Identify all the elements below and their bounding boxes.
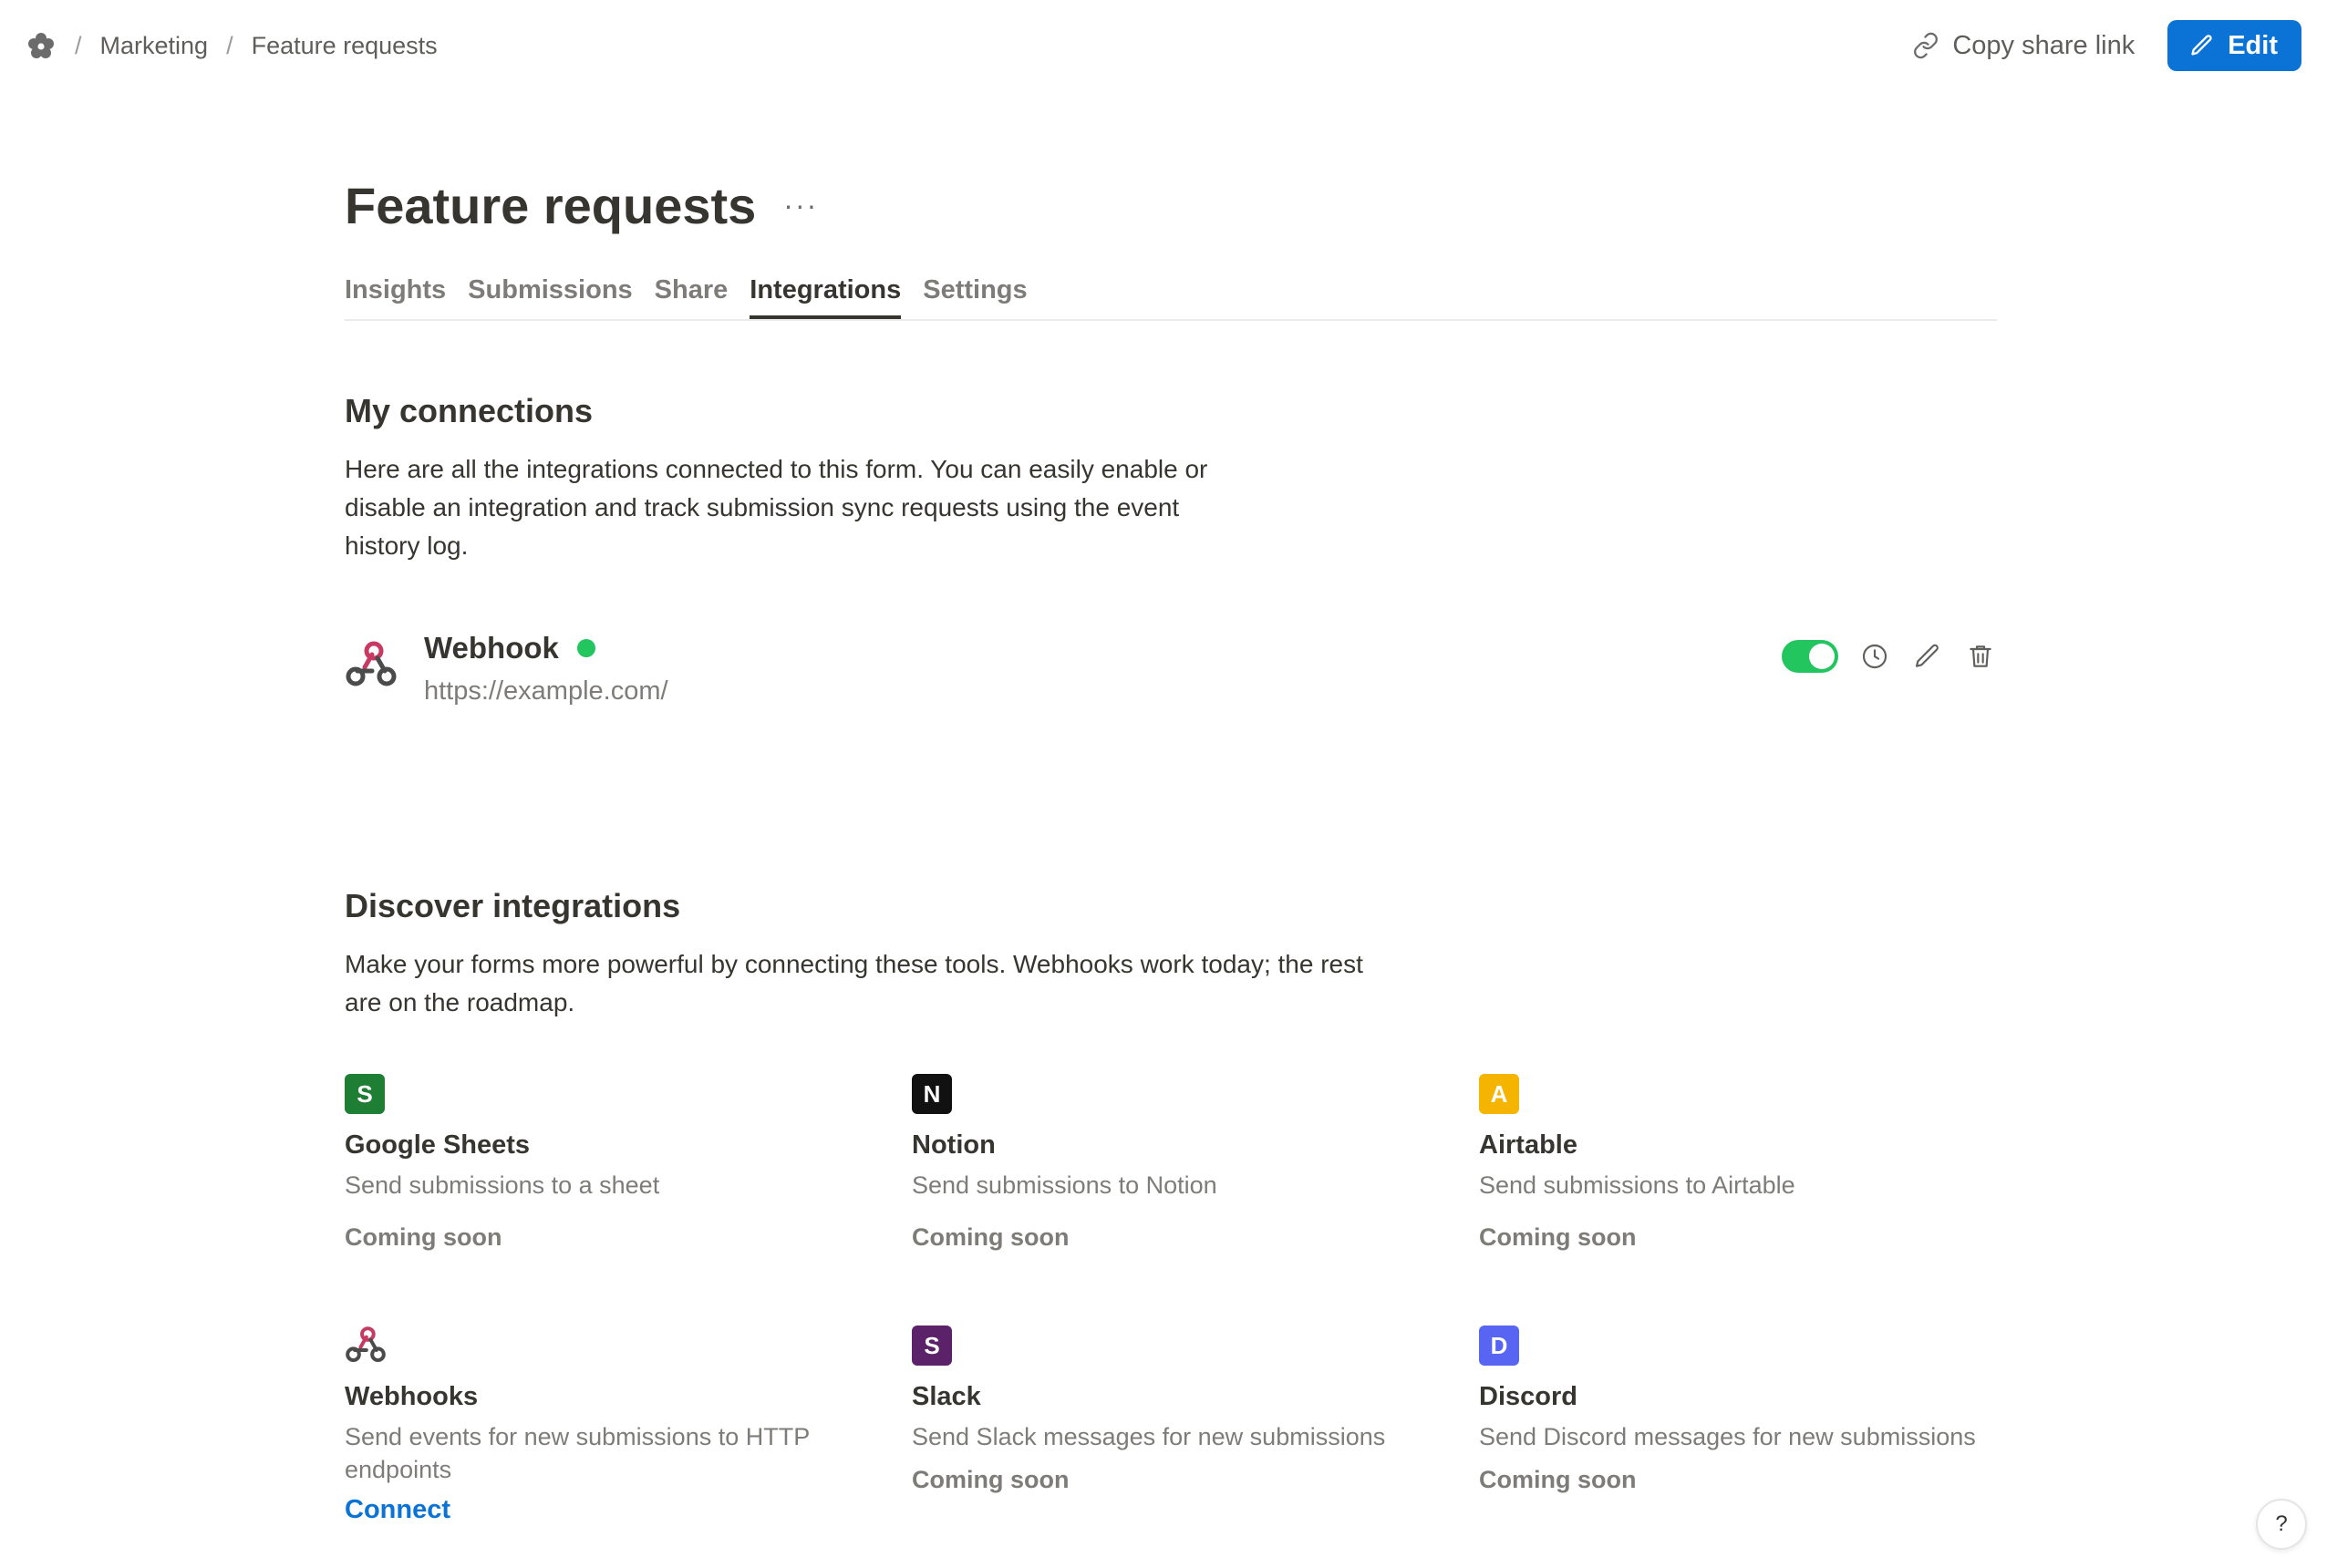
discover-integrations-description: Make your forms more powerful by connect… xyxy=(345,950,1363,1016)
slack-icon: S xyxy=(912,1326,952,1366)
breadcrumb-separator: / xyxy=(226,31,233,59)
my-connections-description: Here are all the integrations connected … xyxy=(345,455,1208,560)
link-icon xyxy=(1914,32,1939,59)
top-actions: Copy share link Edit xyxy=(1912,20,2301,71)
edit-label: Edit xyxy=(2228,30,2278,60)
connection-row: Webhook https://example.com/ xyxy=(345,631,1997,722)
integration-description: Send submissions to Airtable xyxy=(1479,1171,1795,1199)
workspace-logo-icon[interactable] xyxy=(26,30,57,61)
breadcrumb-workspace[interactable]: Marketing xyxy=(100,32,209,60)
integration-description: Send Slack messages for new submissions xyxy=(912,1423,1386,1450)
breadcrumb-current[interactable]: Feature requests xyxy=(252,32,438,60)
integration-card-google-sheets: S Google Sheets Send submissions to a sh… xyxy=(345,1074,855,1251)
webhook-icon xyxy=(346,641,397,686)
copy-share-link-label: Copy share link xyxy=(1952,30,2136,60)
main-content: Feature requests ··· Insights Submission… xyxy=(345,164,1997,1524)
edit-button[interactable]: Edit xyxy=(2167,20,2301,71)
integration-status: Coming soon xyxy=(345,1223,502,1251)
notion-icon: N xyxy=(912,1074,952,1114)
connection-url: https://example.com/ xyxy=(424,676,668,706)
page-title: Feature requests xyxy=(345,176,757,234)
my-connections-title: My connections xyxy=(345,392,594,429)
integration-name: Airtable xyxy=(1479,1130,1577,1160)
event-history-button[interactable] xyxy=(1858,640,1891,673)
pencil-icon xyxy=(1915,644,1939,667)
integration-card-slack: S Slack Send Slack messages for new subm… xyxy=(912,1326,1422,1493)
integration-card-notion: N Notion Send submissions to Notion Comi… xyxy=(912,1074,1422,1251)
tab-insights[interactable]: Insights xyxy=(345,272,446,317)
integration-name: Discord xyxy=(1479,1382,1577,1411)
title-row: Feature requests ··· xyxy=(345,164,1997,246)
connection-actions xyxy=(1782,640,1997,673)
connection-enabled-toggle[interactable] xyxy=(1782,640,1838,673)
integration-description: Send submissions to Notion xyxy=(912,1171,1217,1199)
integration-description: Send Discord messages for new submission… xyxy=(1479,1423,1976,1450)
tab-settings[interactable]: Settings xyxy=(923,272,1027,317)
integration-card-webhooks: Webhooks Send events for new submissions… xyxy=(345,1326,855,1524)
clock-icon xyxy=(1862,644,1887,669)
integration-name: Notion xyxy=(912,1130,996,1160)
discover-integrations-title: Discover integrations xyxy=(345,887,681,924)
integration-description: Send submissions to a sheet xyxy=(345,1171,660,1199)
integration-status: Coming soon xyxy=(1479,1466,1637,1493)
integration-name: Google Sheets xyxy=(345,1130,531,1160)
integration-card-discord: D Discord Send Discord messages for new … xyxy=(1479,1326,1990,1493)
trash-icon xyxy=(1970,645,1991,667)
tab-integrations[interactable]: Integrations xyxy=(750,272,901,319)
delete-connection-button[interactable] xyxy=(1964,640,1997,673)
connection-name: Webhook xyxy=(424,631,595,665)
discord-icon: D xyxy=(1479,1326,1519,1366)
google-sheets-icon: S xyxy=(345,1074,385,1114)
edit-connection-button[interactable] xyxy=(1911,640,1944,673)
tab-share[interactable]: Share xyxy=(655,272,729,317)
pencil-icon xyxy=(2191,35,2212,56)
airtable-icon: A xyxy=(1479,1074,1519,1114)
copy-share-link-button[interactable]: Copy share link xyxy=(1912,31,2135,61)
connection-name-label: Webhook xyxy=(424,631,559,665)
help-button[interactable]: ? xyxy=(2256,1499,2307,1550)
more-options-button[interactable]: ··· xyxy=(783,189,818,222)
integration-status: Coming soon xyxy=(1479,1223,1637,1251)
breadcrumb: / Marketing / Feature requests xyxy=(26,30,438,61)
integration-status: Coming soon xyxy=(912,1223,1070,1251)
connection-status-dot xyxy=(576,639,595,657)
breadcrumb-separator: / xyxy=(75,31,82,59)
integration-status: Coming soon xyxy=(912,1466,1070,1493)
top-bar: / Marketing / Feature requests Copy shar… xyxy=(0,0,2327,91)
integration-card-airtable: A Airtable Send submissions to Airtable … xyxy=(1479,1074,1990,1251)
integration-name: Slack xyxy=(912,1382,981,1411)
tab-submissions[interactable]: Submissions xyxy=(468,272,633,317)
webhook-icon xyxy=(346,1326,386,1363)
tab-bar: Insights Submissions Share Integrations … xyxy=(345,272,1997,321)
connect-webhooks-button[interactable]: Connect xyxy=(345,1495,450,1525)
integration-description: Send events for new submissions to HTTP … xyxy=(345,1423,810,1483)
integration-name: Webhooks xyxy=(345,1382,479,1411)
